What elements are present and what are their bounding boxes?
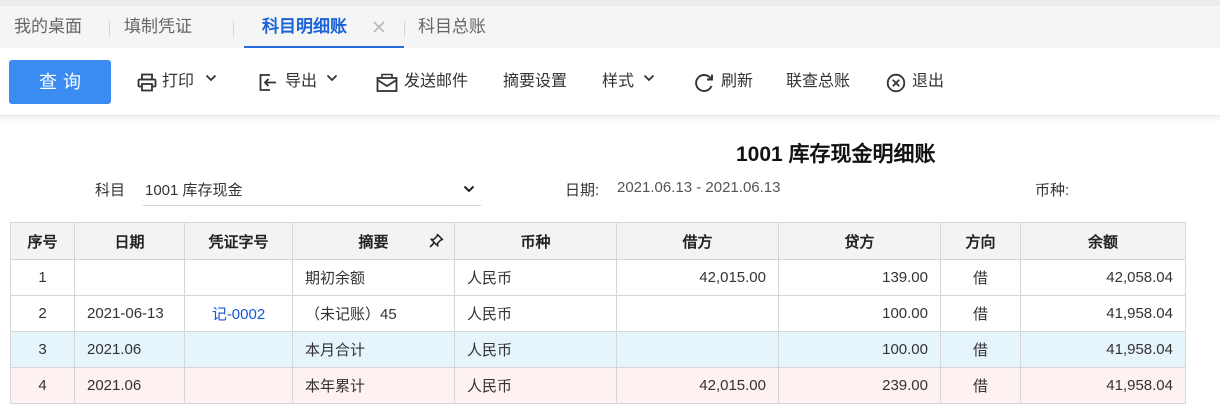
chevron-down-icon [326, 74, 338, 82]
style-dropdown[interactable]: 样式 [602, 60, 662, 104]
cell-direction: 借 [940, 367, 1021, 404]
cell-currency: 人民币 [454, 295, 617, 332]
tab-my-desktop[interactable]: 我的桌面 [14, 6, 82, 48]
print-label: 打印 [162, 73, 195, 90]
chevron-down-icon [205, 74, 217, 82]
column-header-no[interactable]: 序号 [10, 222, 75, 260]
close-circle-icon [886, 73, 906, 93]
mail-icon [376, 73, 398, 92]
cell-date: 2021.06 [74, 367, 185, 404]
column-header-debit[interactable]: 借方 [616, 222, 779, 260]
column-header-date[interactable]: 日期 [74, 222, 185, 260]
toolbar: 查询 打印 导出 发送邮件 摘要设置 样式 刷新 联查总账 退出 [0, 48, 1220, 116]
subject-label: 科目 [95, 182, 126, 199]
cell-no: 4 [10, 367, 75, 404]
cell-balance: 41,958.04 [1020, 367, 1186, 404]
currency-label: 币种: [1035, 182, 1070, 199]
report-title: 1001 库存现金明细账 [736, 143, 936, 166]
cell-direction: 借 [940, 295, 1021, 332]
refresh-label: 刷新 [721, 73, 754, 90]
print-button[interactable]: 打印 [137, 60, 221, 104]
exit-label: 退出 [912, 73, 945, 90]
cell-summary: 本月合计 [292, 331, 455, 368]
cell-credit: 239.00 [778, 367, 941, 404]
cell-currency: 人民币 [454, 259, 617, 296]
export-button[interactable]: 导出 [258, 60, 342, 104]
cell-date: 2021-06-13 [74, 295, 185, 332]
tab-bar: 我的桌面 填制凭证 科目明细账 科目总账 [0, 6, 1220, 48]
cell-voucher [184, 331, 293, 368]
table-row-year-total[interactable]: 4 2021.06 本年累计 人民币 42,015.00 239.00 借 41… [10, 367, 1186, 404]
cell-no: 2 [10, 295, 75, 332]
export-icon [259, 74, 276, 91]
cell-credit: 139.00 [778, 259, 941, 296]
tab-fill-voucher[interactable]: 填制凭证 [124, 6, 192, 48]
cell-balance: 41,958.04 [1020, 331, 1186, 368]
close-icon[interactable] [371, 19, 387, 35]
cell-currency: 人民币 [454, 367, 617, 404]
column-header-balance[interactable]: 余额 [1020, 222, 1186, 260]
toolbar-shadow [0, 116, 1220, 122]
cell-no: 3 [10, 331, 75, 368]
cell-date [74, 259, 185, 296]
column-header-summary[interactable]: 摘要 [292, 222, 455, 260]
tab-subject-general-ledger[interactable]: 科目总账 [418, 6, 486, 48]
column-header-currency[interactable]: 币种 [454, 222, 617, 260]
cell-summary: 本年累计 [292, 367, 455, 404]
tab-divider [109, 21, 110, 37]
cell-no: 1 [10, 259, 75, 296]
cell-balance: 41,958.04 [1020, 295, 1186, 332]
cell-debit: 42,015.00 [616, 367, 779, 404]
cell-debit [616, 331, 779, 368]
pin-icon[interactable] [428, 233, 444, 249]
style-label: 样式 [602, 73, 635, 90]
printer-icon [137, 73, 157, 92]
refresh-button[interactable]: 刷新 [693, 60, 763, 104]
tab-divider [404, 21, 405, 37]
summary-settings-button[interactable]: 摘要设置 [503, 60, 567, 104]
table-row-month-total[interactable]: 3 2021.06 本月合计 人民币 100.00 借 41,958.04 [10, 331, 1186, 368]
cell-debit: 42,015.00 [616, 259, 779, 296]
chevron-down-icon [643, 74, 655, 82]
query-button[interactable]: 查询 [9, 60, 111, 104]
table-row[interactable]: 2 2021-06-13 记-0002 （未记账）45 人民币 100.00 借… [10, 295, 1186, 332]
cell-voucher [184, 259, 293, 296]
send-email-label: 发送邮件 [404, 73, 469, 90]
column-header-summary-label: 摘要 [358, 233, 389, 251]
chevron-down-icon [463, 185, 475, 193]
column-header-direction[interactable]: 方向 [940, 222, 1021, 260]
table-header-row: 序号 日期 凭证字号 摘要 币种 借方 贷方 方向 余额 [10, 222, 1186, 260]
subject-value: 1001 库存现金 [145, 182, 243, 199]
cell-credit: 100.00 [778, 295, 941, 332]
date-range: 2021.06.13 - 2021.06.13 [617, 179, 781, 196]
voucher-link[interactable]: 记-0002 [212, 306, 265, 323]
column-header-voucher[interactable]: 凭证字号 [184, 222, 293, 260]
cell-balance: 42,058.04 [1020, 259, 1186, 296]
cell-date: 2021.06 [74, 331, 185, 368]
export-label: 导出 [285, 73, 318, 90]
exit-button[interactable]: 退出 [886, 60, 952, 104]
cell-credit: 100.00 [778, 331, 941, 368]
cell-summary: 期初余额 [292, 259, 455, 296]
cell-direction: 借 [940, 331, 1021, 368]
detail-ledger-table: 序号 日期 凭证字号 摘要 币种 借方 贷方 方向 余额 1 期初余额 人民币 … [10, 222, 1186, 404]
cell-debit [616, 295, 779, 332]
cell-voucher [184, 367, 293, 404]
date-label: 日期: [565, 182, 600, 199]
send-email-button[interactable]: 发送邮件 [376, 60, 480, 104]
table-row[interactable]: 1 期初余额 人民币 42,015.00 139.00 借 42,058.04 [10, 259, 1186, 296]
cell-direction: 借 [940, 259, 1021, 296]
refresh-icon [695, 74, 713, 92]
cell-currency: 人民币 [454, 331, 617, 368]
tab-subject-detail-ledger[interactable]: 科目明细账 [262, 6, 347, 48]
cell-summary: （未记账）45 [292, 295, 455, 332]
tab-divider [233, 21, 234, 37]
cell-voucher: 记-0002 [184, 295, 293, 332]
linked-general-ledger-button[interactable]: 联查总账 [786, 60, 850, 104]
column-header-credit[interactable]: 贷方 [778, 222, 941, 260]
subject-select[interactable]: 1001 库存现金 [143, 172, 481, 206]
